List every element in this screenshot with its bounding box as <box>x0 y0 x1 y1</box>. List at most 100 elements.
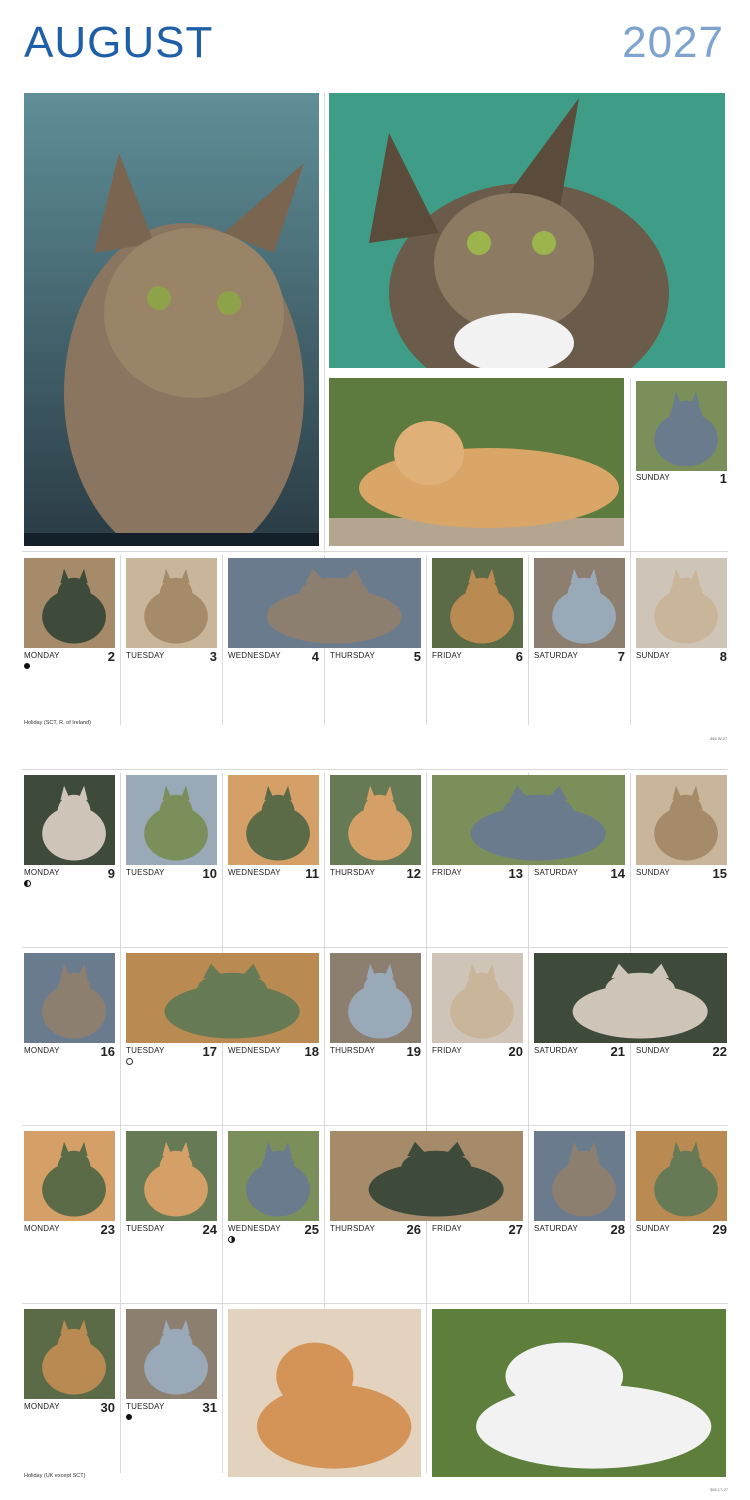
holiday-note-week1: Holiday (SCT, R. of Ireland) <box>24 720 91 726</box>
holiday-note-week5: Holiday (UK except SCT) <box>24 1473 86 1479</box>
day-name: MONDAY <box>24 1224 60 1233</box>
new-moon-icon <box>24 663 30 669</box>
day-name: TUESDAY <box>126 868 165 877</box>
day-name: SATURDAY <box>534 1224 578 1233</box>
day-name: TUESDAY <box>126 1224 165 1233</box>
quarter-moon-icon <box>228 1236 235 1243</box>
day-number: 10 <box>202 866 217 881</box>
day-name: THURSDAY <box>330 868 376 877</box>
day-number: 12 <box>406 866 421 881</box>
divider-row3 <box>22 947 728 948</box>
day-cat-photo <box>228 775 319 865</box>
day-number: 17 <box>202 1044 217 1059</box>
day-cat-photo <box>126 1309 217 1399</box>
day-name: MONDAY <box>24 651 60 660</box>
day-name: MONDAY <box>24 1046 60 1055</box>
day-cat-photo <box>330 775 421 865</box>
day-cat-photo <box>24 558 115 648</box>
day-number: 23 <box>100 1222 115 1237</box>
day-name: THURSDAY <box>330 1046 376 1055</box>
day-number: 15 <box>712 866 727 881</box>
day-number: 8 <box>719 649 727 664</box>
day-cat-photo <box>126 775 217 865</box>
day-name: TUESDAY <box>126 1046 165 1055</box>
day-number: 3 <box>209 649 217 664</box>
day-number: 1 <box>719 471 727 486</box>
day-cat-photo <box>24 1131 115 1221</box>
bottom-cat-photo <box>432 1309 726 1477</box>
hero-cat-photo-right <box>329 93 725 368</box>
day-cat-photo <box>126 953 319 1043</box>
day-cat-photo <box>330 953 421 1043</box>
day-number: 24 <box>202 1222 217 1237</box>
day-number: 4 <box>311 649 319 664</box>
day-name: THURSDAY <box>330 651 376 660</box>
day-number: 27 <box>508 1222 523 1237</box>
day-name: SUNDAY <box>636 868 670 877</box>
day-number: 16 <box>100 1044 115 1059</box>
day-name: TUESDAY <box>126 651 165 660</box>
print-code-2: 365 17-27 <box>710 1487 729 1492</box>
day-name: SUNDAY <box>636 1046 670 1055</box>
day-name: FRIDAY <box>432 868 462 877</box>
divider-row2 <box>22 769 728 770</box>
day-cat-photo <box>636 1131 727 1221</box>
day-cat-photo <box>330 1131 523 1221</box>
divider-row5 <box>22 1303 728 1304</box>
day-number: 29 <box>712 1222 727 1237</box>
day-name: WEDNESDAY <box>228 1046 281 1055</box>
day-number: 28 <box>610 1222 625 1237</box>
divider-row4 <box>22 1125 728 1126</box>
day-cat-photo <box>432 558 523 648</box>
day-cat-photo <box>432 953 523 1043</box>
day-number: 13 <box>508 866 523 881</box>
day-number: 31 <box>202 1400 217 1415</box>
day-number: 26 <box>406 1222 421 1237</box>
day-name: WEDNESDAY <box>228 1224 281 1233</box>
day-cat-photo <box>228 1131 319 1221</box>
hero-cat-photo-left <box>24 93 319 546</box>
day-number: 7 <box>617 649 625 664</box>
day-number: 19 <box>406 1044 421 1059</box>
day-number: 14 <box>610 866 625 881</box>
day-cat-photo <box>534 1131 625 1221</box>
day-cat-photo <box>636 558 727 648</box>
day-name: FRIDAY <box>432 1224 462 1233</box>
day-cat-photo <box>126 1131 217 1221</box>
day-name: TUESDAY <box>126 1402 165 1411</box>
print-code-1: 365 W-27 <box>710 736 728 741</box>
day-cat-photo <box>636 775 727 865</box>
day-number: 22 <box>712 1044 727 1059</box>
day-cat-photo <box>228 558 421 648</box>
day-number: 6 <box>515 649 523 664</box>
day-name: SATURDAY <box>534 868 578 877</box>
day-cat-photo <box>432 775 625 865</box>
day-name: SATURDAY <box>534 651 578 660</box>
day-name: SUNDAY <box>636 651 670 660</box>
day-number: 25 <box>304 1222 319 1237</box>
day-cat-photo <box>534 558 625 648</box>
month-title: AUGUST <box>24 18 214 67</box>
day-number: 18 <box>304 1044 319 1059</box>
day-number: 11 <box>305 866 319 881</box>
day-number: 2 <box>107 649 115 664</box>
day-name: SUNDAY <box>636 473 670 482</box>
day-number: 20 <box>508 1044 523 1059</box>
divider-top <box>22 551 728 552</box>
day-cat-photo <box>24 1309 115 1399</box>
day-name: SATURDAY <box>534 1046 578 1055</box>
day-name: FRIDAY <box>432 1046 462 1055</box>
day-cat-photo <box>24 953 115 1043</box>
day-number: 9 <box>107 866 115 881</box>
year-title: 2027 <box>622 18 724 67</box>
day-name: SUNDAY <box>636 1224 670 1233</box>
quarter-moon-icon <box>24 880 31 887</box>
day-number: 30 <box>100 1400 115 1415</box>
day-name: WEDNESDAY <box>228 651 281 660</box>
day-name: THURSDAY <box>330 1224 376 1233</box>
day-cat-photo <box>636 381 727 471</box>
hero-cat-photo-middle <box>329 378 624 546</box>
day-name: MONDAY <box>24 1402 60 1411</box>
day-cat-photo <box>534 953 727 1043</box>
day-name: FRIDAY <box>432 651 462 660</box>
